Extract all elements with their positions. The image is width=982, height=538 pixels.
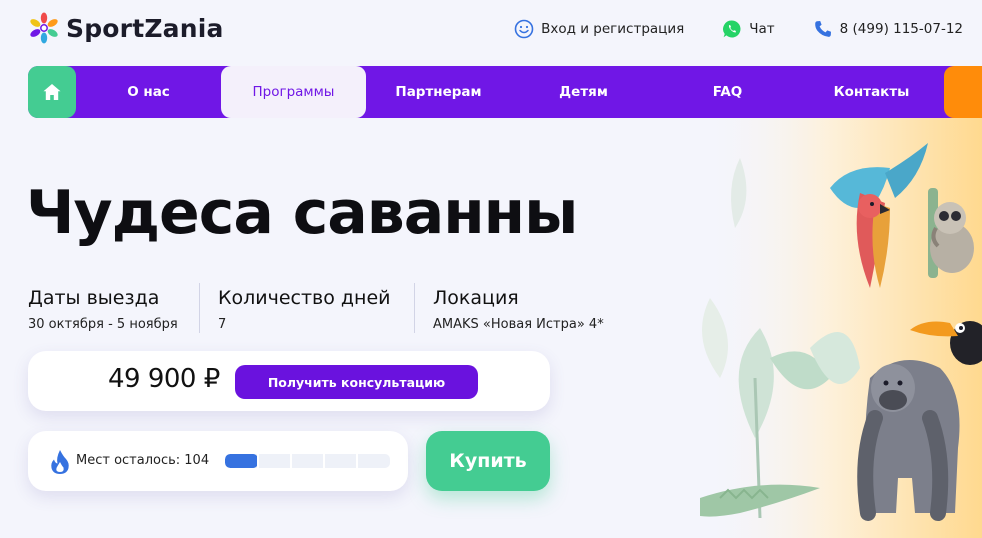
phone-link[interactable]: 8 (499) 115-07-12: [813, 19, 963, 39]
info-divider: [414, 283, 415, 333]
page-title: Чудеса саванны: [26, 178, 578, 248]
info-label: Количество дней: [218, 287, 391, 309]
progress-tick: [356, 454, 358, 468]
info-value: 30 октября - 5 ноября: [28, 317, 178, 332]
consultation-button[interactable]: Получить консультацию: [235, 365, 478, 399]
seats-left-label: Мест осталось: 104: [76, 453, 210, 468]
nav-item-about[interactable]: О нас: [76, 66, 221, 118]
top-links: Вход и регистрация Чат 8 (499) 115-07-12: [476, 19, 963, 39]
nav-item-label: Программы: [252, 84, 335, 100]
smile-icon: [514, 19, 534, 39]
info-dates: Даты выезда 30 октября - 5 ноября: [28, 287, 178, 332]
progress-tick: [257, 454, 259, 468]
info-value: 7: [218, 317, 227, 332]
info-location: Локация AMAKS «Новая Истра» 4*: [433, 287, 604, 332]
main-nav: О нас Программы Партнерам Детям FAQ Конт…: [28, 66, 982, 118]
nav-item-label: Детям: [559, 84, 608, 100]
nav-item-programs[interactable]: Программы: [221, 66, 366, 118]
seats-progress-bar: [225, 454, 390, 468]
nav-extra-button[interactable]: [944, 66, 982, 118]
info-label: Локация: [433, 287, 519, 309]
seats-progress-fill: [225, 454, 258, 468]
login-link[interactable]: Вход и регистрация: [514, 19, 684, 39]
chat-label: Чат: [749, 21, 775, 37]
brand-name: SportZania: [66, 13, 224, 43]
nav-item-label: FAQ: [712, 84, 743, 100]
info-days: Количество дней 7: [218, 287, 391, 332]
nav-item-faq[interactable]: FAQ: [655, 66, 800, 118]
phone-icon: [814, 21, 831, 37]
hero-illustration: [700, 118, 982, 538]
login-label: Вход и регистрация: [541, 21, 685, 37]
info-label: Даты выезда: [28, 287, 160, 309]
nav-item-label: О нас: [127, 84, 170, 100]
chat-link[interactable]: Чат: [722, 19, 775, 39]
progress-tick: [323, 454, 325, 468]
price-card: 49 900 ₽ Получить консультацию: [28, 351, 550, 411]
nav-item-kids[interactable]: Детям: [511, 66, 656, 118]
price: 49 900 ₽: [108, 364, 220, 394]
header: SportZania Вход и регистрация Чат 8 (499…: [0, 0, 982, 60]
info-divider: [199, 283, 200, 333]
nav-item-label: Партнерам: [395, 84, 482, 100]
nav-item-label: Контакты: [833, 84, 910, 100]
home-icon: [43, 84, 61, 100]
seats-card: Мест осталось: 104: [28, 431, 408, 491]
home-button[interactable]: [28, 66, 76, 118]
whatsapp-icon: [723, 20, 741, 38]
fire-icon: [51, 450, 69, 474]
nav-item-contacts[interactable]: Контакты: [799, 66, 944, 118]
buy-button[interactable]: Купить: [426, 431, 550, 491]
logo[interactable]: SportZania: [28, 12, 224, 44]
logo-snowflake-icon: [30, 12, 58, 44]
nav-item-partners[interactable]: Партнерам: [366, 66, 511, 118]
phone-number: 8 (499) 115-07-12: [839, 21, 963, 37]
info-value: AMAKS «Новая Истра» 4*: [433, 317, 604, 332]
progress-tick: [290, 454, 292, 468]
